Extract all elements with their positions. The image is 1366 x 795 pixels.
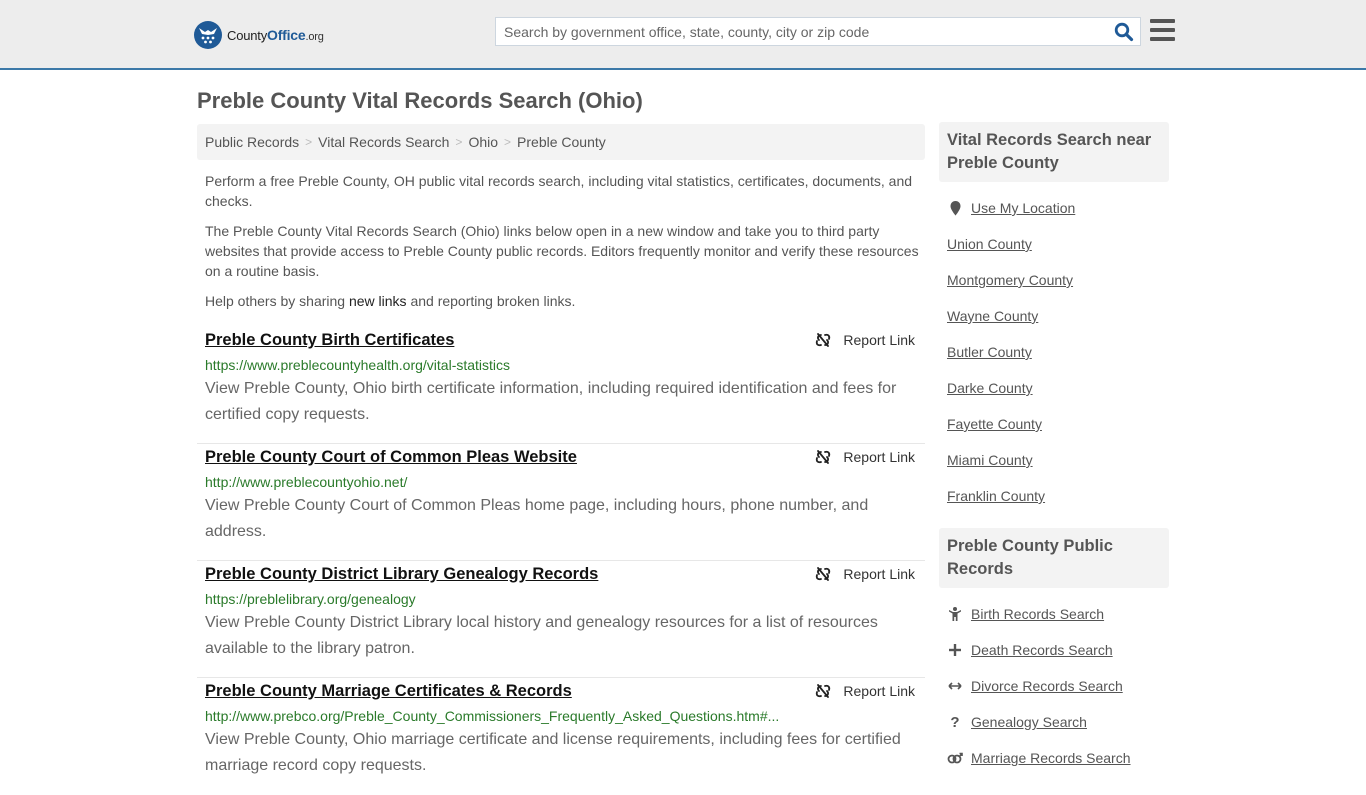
genealogy-search-link[interactable]: Genealogy Search	[971, 714, 1087, 730]
public-records-list: Birth Records Search Death Records Searc…	[939, 588, 1169, 776]
question-icon: ?	[950, 713, 960, 731]
result-url: https://www.preblecountyhealth.org/vital…	[205, 357, 511, 373]
nearby-county-link[interactable]: Union County	[947, 236, 1032, 252]
nearby-county-item: Franklin County	[947, 478, 1161, 514]
child-icon	[947, 607, 963, 621]
logo-wordmark: CountyOffice.org	[227, 27, 324, 43]
nearby-county-link[interactable]: Montgomery County	[947, 272, 1073, 288]
logo-text-office: Office	[267, 27, 306, 43]
logo-text-county: County	[227, 28, 267, 43]
nearby-list: Use My Location Union County Montgomery …	[939, 182, 1169, 514]
result-description: View Preble County, Ohio marriage certif…	[205, 731, 901, 774]
public-record-item: Death Records Search	[947, 632, 1161, 668]
death-records-search-link[interactable]: Death Records Search	[971, 642, 1113, 658]
nearby-county-item: Darke County	[947, 370, 1161, 406]
report-link-label: Report Link	[843, 449, 915, 465]
intro-paragraph-1: Perform a free Preble County, OH public …	[205, 173, 913, 209]
marriage-symbol-icon	[947, 752, 963, 764]
breadcrumb-separator: >	[455, 135, 463, 149]
nearby-heading: Vital Records Search near Preble County	[939, 122, 1169, 182]
broken-link-icon	[816, 333, 831, 347]
search-input[interactable]	[496, 18, 1106, 45]
result-title-link[interactable]: Preble County District Library Genealogy…	[205, 565, 598, 584]
result-item: Preble County Court of Common Pleas Webs…	[197, 444, 925, 561]
nearby-county-item: Butler County	[947, 334, 1161, 370]
nearby-county-item: Montgomery County	[947, 262, 1161, 298]
nearby-county-item: Fayette County	[947, 406, 1161, 442]
report-link-button[interactable]: Report Link	[815, 449, 915, 465]
report-link-button[interactable]: Report Link	[815, 566, 915, 582]
divorce-records-search-link[interactable]: Divorce Records Search	[971, 678, 1123, 694]
search-box	[495, 17, 1141, 46]
nearby-county-item: Union County	[947, 226, 1161, 262]
result-item: Preble County Birth Certificates Report …	[197, 327, 925, 444]
results-list: Preble County Birth Certificates Report …	[197, 327, 925, 795]
nearby-county-link[interactable]: Darke County	[947, 380, 1033, 396]
report-link-label: Report Link	[843, 683, 915, 699]
report-link-button[interactable]: Report Link	[815, 683, 915, 699]
nearby-county-link[interactable]: Wayne County	[947, 308, 1038, 324]
new-links-link[interactable]: new links	[349, 293, 407, 309]
breadcrumb-ohio[interactable]: Ohio	[468, 134, 498, 150]
result-title-link[interactable]: Preble County Birth Certificates	[205, 331, 454, 350]
intro-paragraph-3: Help others by sharing new links and rep…	[205, 291, 920, 311]
nearby-county-link[interactable]: Franklin County	[947, 488, 1045, 504]
report-link-button[interactable]: Report Link	[815, 332, 915, 348]
public-record-item: Divorce Records Search	[947, 668, 1161, 704]
broken-link-icon	[816, 450, 831, 464]
sidebar: Vital Records Search near Preble County …	[939, 122, 1169, 776]
result-description: View Preble County, Ohio birth certifica…	[205, 380, 897, 423]
breadcrumb-preble-county[interactable]: Preble County	[517, 134, 606, 150]
nearby-county-link[interactable]: Fayette County	[947, 416, 1042, 432]
result-title-link[interactable]: Preble County Court of Common Pleas Webs…	[205, 448, 577, 467]
marriage-records-search-link[interactable]: Marriage Records Search	[971, 750, 1131, 766]
breadcrumb-vital-records-search[interactable]: Vital Records Search	[318, 134, 449, 150]
broken-link-icon	[816, 684, 831, 698]
map-pin-icon	[947, 200, 963, 216]
result-url: http://www.prebco.org/Preble_County_Comm…	[205, 708, 780, 724]
nearby-county-item: Miami County	[947, 442, 1161, 478]
public-records-heading: Preble County Public Records	[939, 528, 1169, 588]
intro-text: Perform a free Preble County, OH public …	[205, 171, 920, 321]
search-icon[interactable]	[1114, 22, 1134, 42]
hamburger-menu-icon[interactable]	[1150, 19, 1175, 42]
breadcrumb-public-records[interactable]: Public Records	[205, 134, 299, 150]
nearby-county-link[interactable]: Miami County	[947, 452, 1033, 468]
use-my-location-item: Use My Location	[947, 190, 1161, 226]
use-my-location-link[interactable]: Use My Location	[971, 200, 1075, 216]
broken-link-icon	[816, 567, 831, 581]
public-record-item: Marriage Records Search	[947, 740, 1161, 776]
result-description: View Preble County District Library loca…	[205, 614, 878, 657]
result-title-link[interactable]: Preble County Marriage Certificates & Re…	[205, 682, 572, 701]
nearby-county-link[interactable]: Butler County	[947, 344, 1032, 360]
result-url: http://www.preblecountyohio.net/	[205, 474, 408, 490]
site-logo[interactable]: CountyOffice.org	[194, 21, 324, 49]
nearby-county-item: Wayne County	[947, 298, 1161, 334]
report-link-label: Report Link	[843, 566, 915, 582]
birth-records-search-link[interactable]: Birth Records Search	[971, 606, 1104, 622]
result-url: https://preblelibrary.org/genealogy	[205, 591, 416, 607]
breadcrumb-separator: >	[504, 135, 512, 149]
intro-help-text-end: and reporting broken links.	[406, 293, 576, 309]
result-item: Preble County District Library Genealogy…	[197, 561, 925, 678]
arrows-horizontal-icon	[947, 681, 963, 691]
intro-help-text: Help others by sharing	[205, 293, 349, 309]
page-title: Preble County Vital Records Search (Ohio…	[197, 88, 643, 113]
intro-paragraph-2: The Preble County Vital Records Search (…	[205, 223, 919, 279]
public-record-item: Birth Records Search	[947, 596, 1161, 632]
logo-text-org: .org	[305, 31, 324, 43]
eagle-logo-icon	[194, 21, 222, 49]
result-item: Preble County Marriage Certificates & Re…	[197, 678, 925, 795]
public-record-item: ? Genealogy Search	[947, 704, 1161, 740]
result-description: View Preble County Court of Common Pleas…	[205, 497, 869, 540]
report-link-label: Report Link	[843, 332, 915, 348]
breadcrumb: Public Records > Vital Records Search > …	[197, 124, 925, 160]
top-bar: CountyOffice.org	[0, 0, 1366, 70]
plus-icon	[947, 644, 963, 656]
breadcrumb-separator: >	[305, 135, 313, 149]
